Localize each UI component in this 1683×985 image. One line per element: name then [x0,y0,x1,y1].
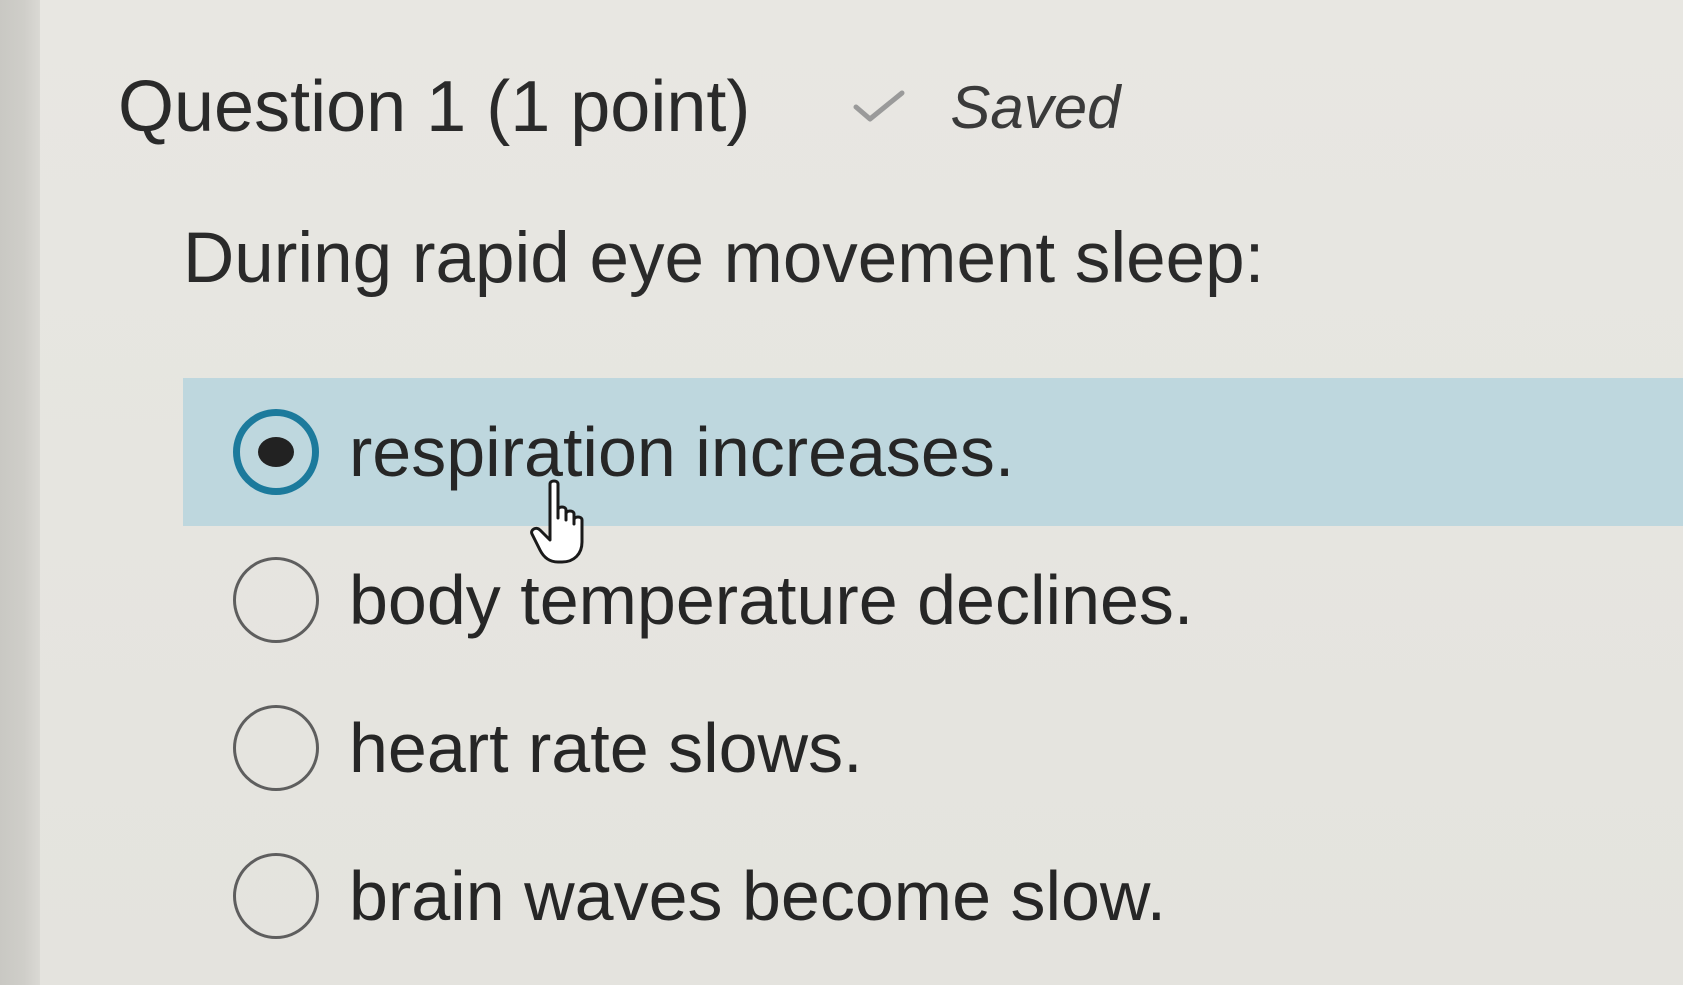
hand-pointer-cursor-icon [528,478,598,568]
answer-option[interactable]: respiration increases. [183,378,1683,526]
answer-option-label[interactable]: body temperature declines. [349,560,1193,640]
quiz-page: Question 1 (1 point) Saved During rapid … [40,0,1683,985]
radio-button-selected[interactable] [233,409,319,495]
answer-option[interactable]: heart rate slows. [183,674,1683,822]
radio-button[interactable] [233,853,319,939]
question-prompt: During rapid eye movement sleep: [183,219,1265,298]
answer-option-label[interactable]: brain waves become slow. [349,856,1166,936]
radio-button[interactable] [233,557,319,643]
answer-option-label[interactable]: respiration increases. [349,412,1014,492]
answer-options: respiration increases. body temperature … [183,378,1683,970]
saved-label: Saved [950,73,1121,141]
question-title: Question 1 (1 point) [118,67,751,147]
answer-option[interactable]: body temperature declines. [183,526,1683,674]
answer-option-label[interactable]: heart rate slows. [349,708,863,788]
question-header: Question 1 (1 point) Saved [118,62,1121,152]
saved-status: Saved [850,73,1121,142]
check-icon [850,87,910,127]
radio-button[interactable] [233,705,319,791]
radio-dot-icon [258,437,294,467]
left-page-edge [0,0,40,985]
answer-option[interactable]: brain waves become slow. [183,822,1683,970]
